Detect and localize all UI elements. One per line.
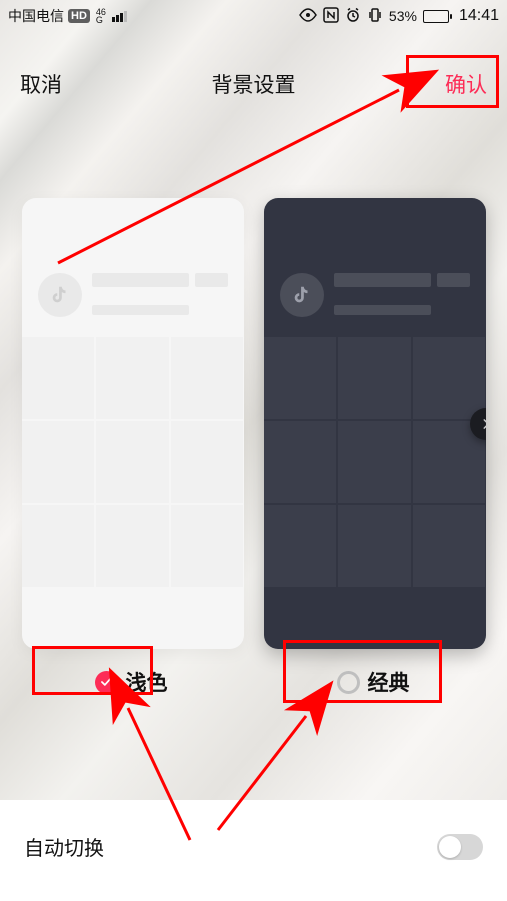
radio-unchecked-icon [337, 671, 360, 694]
nfc-icon [323, 7, 339, 26]
auto-switch-toggle[interactable] [437, 834, 483, 860]
page-title: 背景设置 [212, 69, 296, 99]
theme-card-light[interactable] [22, 198, 244, 649]
status-right: 53% 14:41 [299, 7, 499, 26]
theme-option-light[interactable]: 浅色 [20, 661, 242, 703]
theme-preview-row [0, 198, 507, 649]
page-header: 取消 背景设置 确认 [0, 60, 507, 108]
carrier-label: 中国电信 [8, 6, 64, 26]
douyin-avatar-icon [280, 273, 324, 317]
theme-card-dark[interactable] [264, 198, 486, 649]
system-status-bar: 中国电信 HD 46 G 53% 14:41 [0, 0, 507, 30]
vibrate-icon [367, 7, 383, 26]
eye-comfort-icon [299, 8, 317, 25]
douyin-avatar-icon [38, 273, 82, 317]
theme-labels-row: 浅色 经典 [0, 661, 507, 703]
battery-percent: 53% [389, 8, 417, 24]
theme-option-dark[interactable]: 经典 [262, 661, 484, 703]
hd-badge: HD [68, 9, 90, 23]
battery-icon [423, 10, 449, 23]
status-left: 中国电信 HD 46 G [8, 6, 127, 26]
confirm-button[interactable]: 确认 [445, 69, 487, 99]
theme-dark-label: 经典 [368, 667, 410, 697]
radio-checked-icon [95, 671, 118, 694]
signal-icon [112, 11, 127, 22]
cancel-button[interactable]: 取消 [20, 69, 62, 99]
clock: 14:41 [459, 7, 499, 25]
alarm-icon [345, 7, 361, 26]
auto-switch-label: 自动切换 [24, 832, 104, 861]
network-type: 46 G [96, 8, 106, 24]
theme-light-label: 浅色 [126, 667, 168, 697]
auto-switch-row: 自动切换 [0, 800, 507, 901]
